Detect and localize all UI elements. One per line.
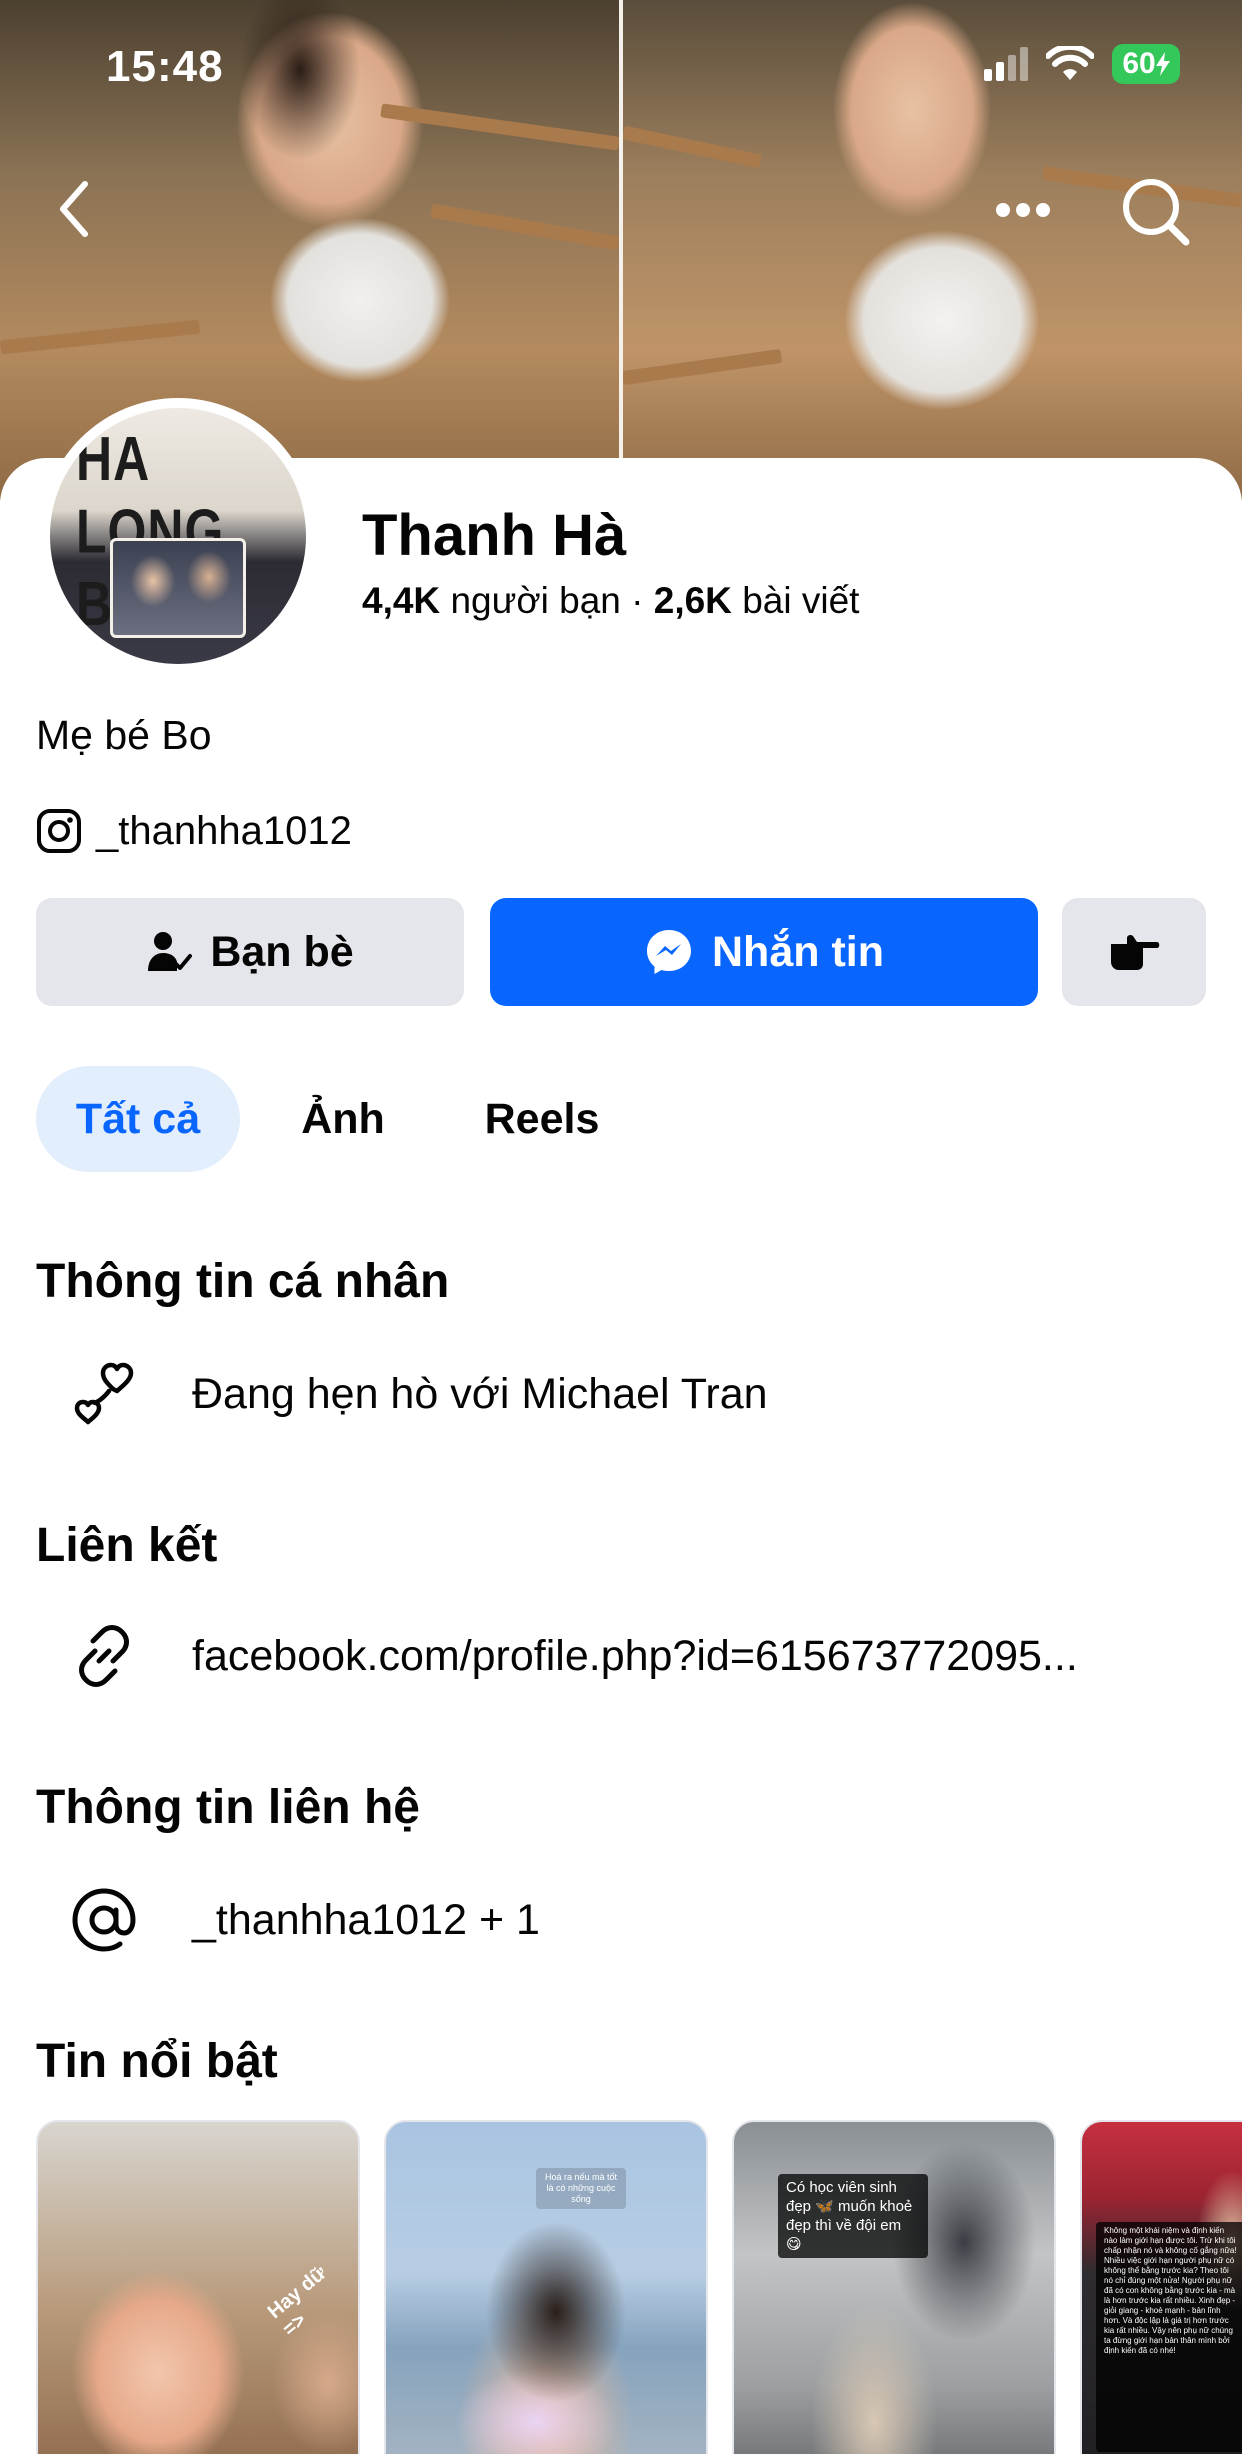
highlight-card[interactable]: Không một khái niệm và định kiến nào làm… <box>1080 2120 1242 2454</box>
avatar[interactable]: HA LONG BAY <box>40 398 316 674</box>
contact-row[interactable]: _thanhha1012 + 1 <box>36 1870 540 1970</box>
links-title: Liên kết <box>36 1519 218 1572</box>
highlight-card[interactable]: Có học viên sinh đẹp 🦋 muốn khoẻ đẹp thì… <box>732 2120 1056 2454</box>
contact-info-title: Thông tin liên hệ <box>36 1781 420 1834</box>
highlights-carousel[interactable]: Hay dữ => Hoá ra nếu mà tốt là có những … <box>36 2120 1242 2454</box>
posts-label: bài viết <box>742 580 860 621</box>
poke-button[interactable] <box>1062 898 1206 1006</box>
at-sign-icon <box>44 1870 164 1970</box>
friends-count[interactable]: 4,4K <box>362 580 440 621</box>
instagram-icon <box>37 809 81 853</box>
cellular-signal-icon <box>984 47 1028 81</box>
personal-info-title: Thông tin cá nhân <box>36 1255 450 1308</box>
messenger-icon <box>647 930 691 974</box>
cover-divider <box>619 0 623 500</box>
profile-name: Thanh Hà <box>362 503 627 568</box>
friends-button-label: Bạn bè <box>210 927 354 976</box>
tab-photos[interactable]: Ảnh <box>270 1066 416 1172</box>
highlight-caption: Không một khái niệm và định kiến nào làm… <box>1096 2222 1242 2452</box>
highlights-title: Tin nổi bật <box>36 2035 278 2088</box>
wifi-icon <box>1046 46 1094 80</box>
highlight-caption: Hoá ra nếu mà tốt là có những cuộc sống <box>536 2168 626 2209</box>
link-icon <box>44 1606 164 1706</box>
profile-link-row[interactable]: facebook.com/profile.php?id=615673772095… <box>36 1606 1078 1706</box>
hearts-icon <box>44 1344 164 1444</box>
back-button[interactable] <box>44 174 104 244</box>
profile-url: facebook.com/profile.php?id=615673772095… <box>192 1631 1078 1680</box>
chevron-left-icon <box>60 181 88 237</box>
instagram-handle: _thanhha1012 <box>96 808 352 853</box>
friend-check-icon <box>148 932 193 971</box>
highlight-sticker: Hay dữ => <box>263 2261 331 2341</box>
profile-bio: Mẹ bé Bo <box>36 712 212 758</box>
relationship-text: Đang hẹn hò với Michael Tran <box>192 1369 768 1418</box>
charging-bolt-icon <box>1155 52 1170 76</box>
relationship-row[interactable]: Đang hẹn hò với Michael Tran <box>36 1344 768 1444</box>
highlight-card[interactable]: Hay dữ => <box>36 2120 360 2454</box>
poke-hand-icon <box>1111 934 1160 970</box>
more-horizontal-icon <box>996 203 1050 217</box>
highlight-caption: Có học viên sinh đẹp 🦋 muốn khoẻ đẹp thì… <box>778 2174 928 2258</box>
battery-level: 60 <box>1122 47 1156 80</box>
status-time: 15:48 <box>106 42 224 91</box>
tab-reels[interactable]: Reels <box>460 1066 624 1172</box>
profile-screen: 15:48 60 HA LONG Thanh Hà 4,4K người bạn… <box>0 0 1242 2454</box>
friends-label[interactable]: người bạn <box>450 580 620 621</box>
highlight-card[interactable]: Hoá ra nếu mà tốt là có những cuộc sống <box>384 2120 708 2454</box>
battery-indicator: 60 <box>1112 44 1180 84</box>
profile-stats: 4,4K người bạn · 2,6K bài viết <box>362 580 859 622</box>
avatar-photo: HA LONG BAY <box>50 408 306 664</box>
contact-handle: _thanhha1012 + 1 <box>192 1895 540 1944</box>
message-button-label: Nhắn tin <box>712 927 884 976</box>
message-button[interactable]: Nhắn tin <box>490 898 1038 1006</box>
tab-all[interactable]: Tất cả <box>36 1066 240 1172</box>
search-button[interactable] <box>1116 172 1196 252</box>
status-icons: 60 <box>984 44 1180 84</box>
posts-count: 2,6K <box>653 580 732 621</box>
stats-separator: · <box>631 580 644 621</box>
avatar-inner-photo <box>110 538 246 638</box>
more-options-button[interactable] <box>988 180 1058 240</box>
friends-button[interactable]: Bạn bè <box>36 898 464 1006</box>
instagram-link[interactable]: _thanhha1012 <box>36 808 352 854</box>
search-icon <box>1123 179 1190 246</box>
